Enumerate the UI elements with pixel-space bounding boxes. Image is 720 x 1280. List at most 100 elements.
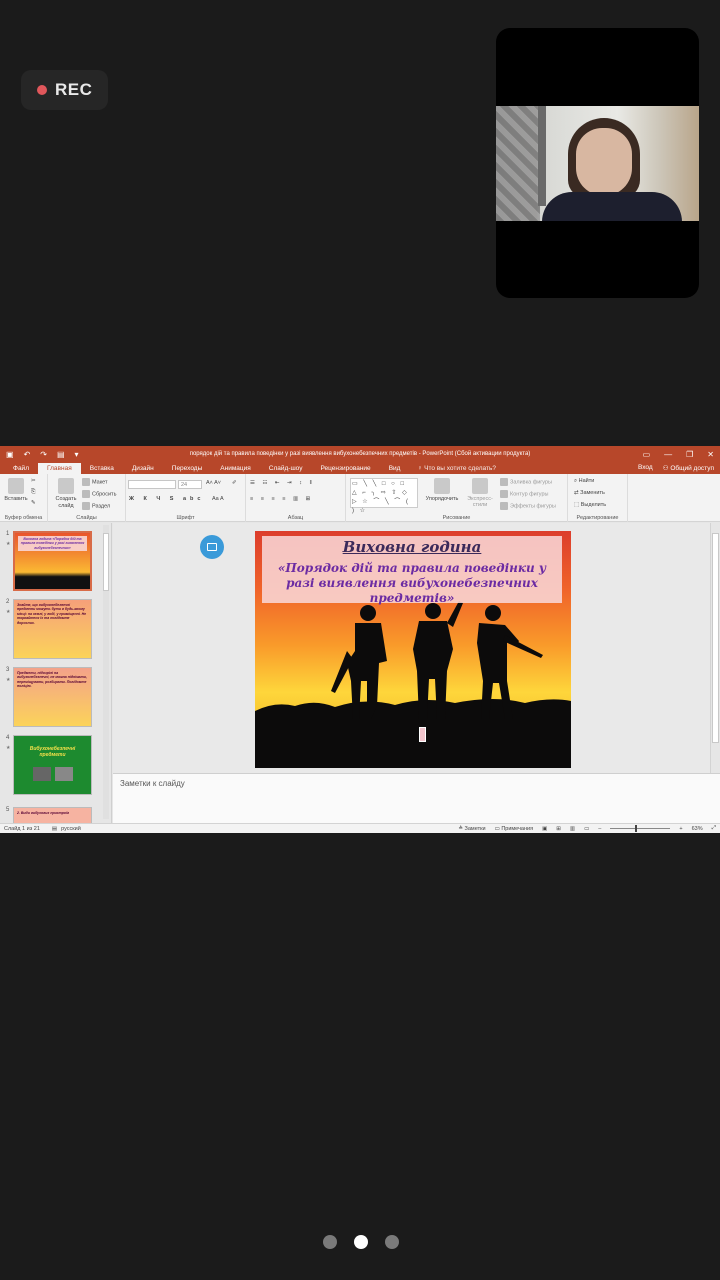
shapes-gallery[interactable]: ▭ ╲ ╲ □ ○ □ △ ⌐ ╮ ⇨ ⇧ ◇ ▷ ☆ ⌒ ╲ ⌒ ( ) ☆ bbox=[350, 478, 418, 514]
fit-slide-icon[interactable]: ⤢ bbox=[712, 825, 716, 832]
thumb-number: 1 bbox=[6, 531, 10, 537]
slide-thumbnail-5[interactable]: 2. Види вибухових пристроїв bbox=[13, 807, 92, 823]
tab-design[interactable]: Дизайн bbox=[123, 465, 163, 474]
font-name-input[interactable] bbox=[128, 480, 176, 489]
slide-thumbnails-pane[interactable]: 1 ★ Виховна година «Порядок дій та прави… bbox=[0, 523, 112, 823]
shape-fill-label: Заливка фигуры bbox=[510, 479, 553, 486]
select-button[interactable]: ⬚ Выделить bbox=[574, 502, 606, 508]
tell-me-search[interactable]: ♀ Что вы хотите сделать? bbox=[417, 465, 496, 474]
slide-thumbnail-1[interactable]: Виховна година «Порядок дій та правила п… bbox=[13, 531, 92, 591]
slide-thumbnail-3[interactable]: Предмети, підозрілі на вибухонебезпечні,… bbox=[13, 667, 92, 727]
slide-title-box[interactable]: Виховна година «Порядок дій та правила п… bbox=[262, 536, 562, 605]
paste-button[interactable]: Вставить bbox=[4, 478, 28, 502]
page-dot-2-active[interactable] bbox=[354, 1235, 368, 1249]
font-group: 24 A˄ A˅ ✐ Ж К Ч S abc Aa A Шрифт bbox=[126, 474, 246, 522]
tab-home[interactable]: Главная bbox=[37, 463, 81, 474]
shape-fill-button[interactable]: Заливка фигуры bbox=[500, 478, 552, 486]
slideshow-view-icon[interactable]: ▭ bbox=[584, 826, 589, 832]
layout-button[interactable]: Макет bbox=[82, 478, 108, 486]
presenter-icon[interactable] bbox=[200, 535, 224, 559]
clipboard-group: Вставить ✂ ⎘ ✎ Буфер обмена bbox=[0, 474, 48, 522]
normal-view-icon[interactable]: ▣ bbox=[542, 826, 547, 832]
replace-button[interactable]: ⇄ Заменить bbox=[574, 490, 605, 496]
page-dot-1[interactable] bbox=[323, 1235, 337, 1249]
canvas-scrollbar[interactable] bbox=[710, 523, 720, 773]
slide-object-marker[interactable] bbox=[419, 727, 426, 742]
slide-title: Виховна година bbox=[342, 538, 482, 556]
cut-icon[interactable]: ✂ bbox=[31, 478, 36, 484]
zoom-in-icon[interactable]: + bbox=[679, 826, 682, 832]
shape-fill-icon bbox=[500, 478, 508, 486]
sorter-view-icon[interactable]: ⊞ bbox=[556, 826, 561, 832]
increase-font-icon[interactable]: A˄ A˅ bbox=[206, 480, 221, 486]
notes-toggle[interactable]: ≙ Заметки bbox=[458, 826, 485, 832]
zoom-slider[interactable] bbox=[610, 825, 671, 832]
recording-label: REC bbox=[55, 80, 93, 99]
share-button[interactable]: ⚇ Общий доступ bbox=[663, 464, 714, 472]
new-slide-icon bbox=[58, 478, 74, 494]
layout-icon bbox=[82, 478, 90, 486]
proofing-icon[interactable]: ▤ bbox=[52, 826, 57, 832]
paste-icon bbox=[8, 478, 24, 494]
thumb-text: Вибухонебезпечні предмети bbox=[29, 746, 76, 759]
shape-outline-button[interactable]: Контур фигуры bbox=[500, 490, 548, 498]
notes-toggle-label: Заметки bbox=[464, 825, 486, 832]
section-label: Раздел bbox=[92, 503, 111, 510]
reset-label: Сбросить bbox=[92, 491, 117, 498]
section-button[interactable]: Раздел bbox=[82, 502, 110, 510]
quick-styles-button[interactable]: Экспресс-стили bbox=[462, 478, 498, 508]
font-group-label: Шрифт bbox=[176, 515, 195, 521]
current-slide[interactable]: Виховна година «Порядок дій та правила п… bbox=[255, 531, 571, 768]
shape-effects-button[interactable]: Эффекты фигуры bbox=[500, 502, 556, 510]
find-button[interactable]: ⌕ Найти bbox=[574, 478, 594, 485]
new-slide-button[interactable]: Создать слайд bbox=[54, 478, 78, 510]
status-bar: Слайд 1 из 21 ▤ русский ≙ Заметки ▭ Прим… bbox=[0, 823, 720, 833]
reset-button[interactable]: Сбросить bbox=[82, 490, 116, 498]
font-style-buttons[interactable]: Ж К Ч S abc bbox=[129, 496, 204, 502]
thumb-text: Предмети, підозрілі на вибухонебезпечні,… bbox=[17, 671, 87, 689]
language-indicator[interactable]: русский bbox=[61, 826, 81, 832]
zoom-slider-thumb[interactable] bbox=[635, 825, 638, 832]
thumbnails-scrollbar[interactable] bbox=[103, 525, 109, 819]
window-title: порядок дій та правила поведінки у разі … bbox=[189, 451, 531, 457]
tab-view[interactable]: Вид bbox=[380, 465, 410, 474]
record-dot-icon bbox=[37, 85, 47, 95]
tab-animations[interactable]: Анимация bbox=[211, 465, 260, 474]
tab-slideshow[interactable]: Слайд-шоу bbox=[260, 465, 312, 474]
reading-view-icon[interactable]: ▥ bbox=[570, 826, 575, 832]
shape-effects-icon bbox=[500, 502, 508, 510]
drawing-group-label: Рисование bbox=[442, 515, 471, 521]
thumb-text: Виховна година «Порядок дій та правила п… bbox=[18, 536, 87, 552]
participant-video-tile[interactable] bbox=[496, 28, 699, 298]
font-size-input[interactable]: 24 bbox=[178, 480, 202, 489]
page-dot-3[interactable] bbox=[385, 1235, 399, 1249]
zoom-level[interactable]: 63% bbox=[692, 826, 703, 832]
tab-insert[interactable]: Вставка bbox=[81, 465, 123, 474]
thumbnails-scrollbar-thumb[interactable] bbox=[103, 533, 109, 591]
arrange-button[interactable]: Упорядочить bbox=[424, 478, 460, 502]
participant-body bbox=[542, 192, 682, 221]
layout-label: Макет bbox=[92, 479, 108, 486]
ribbon: Вставить ✂ ⎘ ✎ Буфер обмена Создать слай… bbox=[0, 474, 720, 522]
list-buttons[interactable]: ☰ ☷ ⇤ ⇥ ↕ ‖ bbox=[250, 480, 315, 486]
slide-thumbnail-4[interactable]: Вибухонебезпечні предмети bbox=[13, 735, 92, 795]
tab-review[interactable]: Рецензирование bbox=[311, 465, 379, 474]
replace-label: Заменить bbox=[580, 490, 605, 496]
sign-in-link[interactable]: Вход bbox=[638, 464, 653, 472]
tab-file[interactable]: Файл bbox=[4, 465, 38, 474]
copy-icon[interactable]: ⎘ bbox=[31, 489, 35, 496]
tab-transitions[interactable]: Переходы bbox=[163, 465, 212, 474]
notes-pane[interactable]: Заметки к слайду bbox=[113, 773, 720, 823]
align-buttons[interactable]: ≡ ≡ ≡ ≡ ▥ ⊞ bbox=[250, 496, 313, 502]
font-color-icon[interactable]: Aa A bbox=[212, 496, 224, 502]
zoom-out-icon[interactable]: – bbox=[598, 826, 601, 832]
canvas-scrollbar-thumb[interactable] bbox=[712, 533, 719, 743]
comments-toggle[interactable]: ▭ Примечания bbox=[495, 826, 534, 832]
clear-formatting-icon[interactable]: ✐ bbox=[232, 480, 237, 486]
reset-icon bbox=[82, 490, 90, 498]
slide-thumbnail-2[interactable]: Знайте, що вибухонебезпечні предмети мож… bbox=[13, 599, 92, 659]
participant-video-feed bbox=[496, 106, 699, 221]
select-icon: ⬚ bbox=[574, 502, 581, 508]
thumb-text: Знайте, що вибухонебезпечні предмети мож… bbox=[17, 603, 87, 625]
format-painter-icon[interactable]: ✎ bbox=[31, 500, 36, 506]
